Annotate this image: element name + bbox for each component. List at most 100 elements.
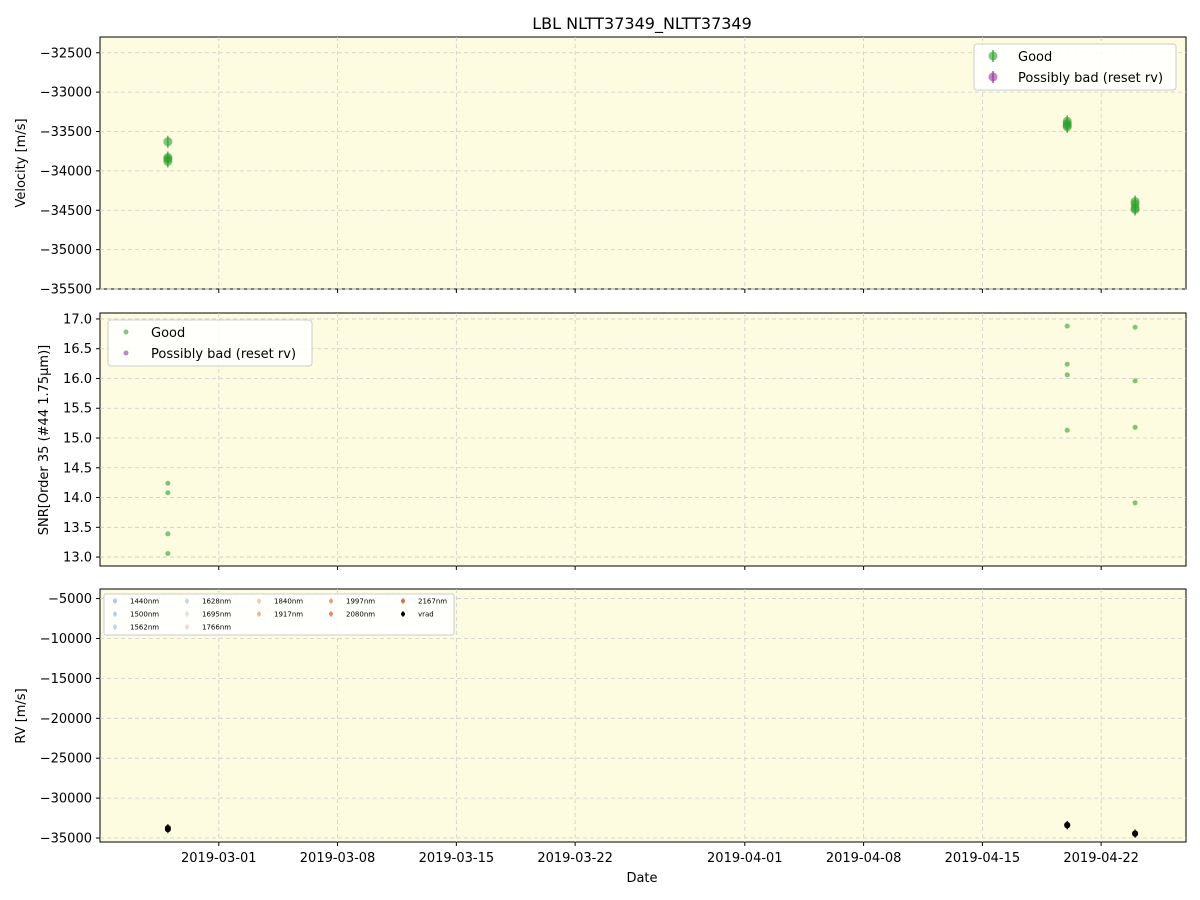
- snr-legend-bad: Possibly bad (reset rv): [151, 347, 296, 362]
- y-tick-label: −25000: [40, 752, 92, 767]
- velocity-legend-bad: Possibly bad (reset rv): [1018, 71, 1163, 86]
- rv-legend-label: vrad: [418, 611, 434, 619]
- y-tick-label: 14.0: [63, 491, 92, 506]
- y-tick-label: −15000: [40, 672, 92, 687]
- x-tick-label: 2019-04-08: [826, 851, 902, 866]
- rv-legend-label: 2167nm: [418, 598, 447, 606]
- y-tick-label: −34000: [40, 164, 92, 179]
- snr-point: [1132, 378, 1138, 384]
- rv-point: [1132, 830, 1139, 837]
- velocity-point: [1062, 119, 1072, 129]
- rv-legend-marker-icon: [257, 612, 261, 616]
- rv-legend-marker-icon: [113, 612, 117, 616]
- rv-legend-label: 1917nm: [274, 611, 303, 619]
- snr-point: [165, 490, 171, 496]
- x-axis-label: Date: [626, 871, 657, 886]
- rv-legend-label: 2080nm: [346, 611, 375, 619]
- rv-legend-marker-icon: [185, 625, 189, 629]
- rv-legend-marker-icon: [185, 599, 189, 603]
- good-marker-icon: [988, 51, 998, 61]
- rv-legend-label: 1440nm: [130, 598, 159, 606]
- snr-panel: 17.0 16.5 16.0 15.5 15.0 14.5 14.0 13.5 13.0 SNR…: [37, 312, 1187, 570]
- bad-marker-icon: [988, 72, 998, 82]
- rv-legend-label: 1840nm: [274, 598, 303, 606]
- rv-legend-label: 1562nm: [130, 624, 159, 632]
- snr-point: [1132, 424, 1138, 430]
- snr-point: [165, 550, 171, 556]
- snr-point: [165, 480, 171, 486]
- snr-point: [165, 531, 171, 537]
- x-tick-label: 2019-03-01: [181, 851, 257, 866]
- y-tick-label: 16.5: [63, 342, 92, 357]
- y-tick-label: −20000: [40, 712, 92, 727]
- y-tick-label: 15.5: [63, 402, 92, 417]
- velocity-point: [163, 154, 173, 164]
- x-tick-label: 2019-04-22: [1063, 851, 1139, 866]
- x-tick-label: 2019-04-15: [945, 851, 1021, 866]
- figure: LBL NLTT37349_NLTT37349 −32500 −33000 −335…: [14, 14, 1187, 886]
- rv-y-ticks: −5000 −10000 −15000 −20000 −25000 −30000 −3500…: [40, 592, 100, 847]
- snr-legend: Good Possibly bad (reset rv): [107, 319, 313, 367]
- velocity-y-ticks: −32500 −33000 −33500 −34000 −34500 −35000 −355…: [40, 46, 100, 298]
- rv-legend-label: 1766nm: [202, 624, 231, 632]
- y-tick-label: −32500: [40, 46, 92, 61]
- chart-title: LBL NLTT37349_NLTT37349: [532, 14, 752, 34]
- snr-point: [1064, 427, 1070, 433]
- x-tick-label: 2019-03-15: [419, 851, 495, 866]
- velocity-x-ticks: [218, 289, 1102, 293]
- rv-legend-marker-icon: [329, 612, 333, 616]
- x-tick-label: 2019-03-08: [300, 851, 376, 866]
- rv-legend-marker-icon: [329, 599, 333, 603]
- rv-legend-marker-icon: [401, 612, 405, 616]
- rv-legend: 1440nm 1500nm 1562nm 1628nm 1695nm 1766nm 1840…: [103, 593, 455, 636]
- snr-x-ticks: [218, 566, 1102, 570]
- y-tick-label: −5000: [48, 592, 92, 607]
- y-tick-label: 14.5: [63, 461, 92, 476]
- velocity-point: [163, 137, 173, 147]
- y-tick-label: 13.5: [63, 521, 92, 536]
- velocity-panel: −32500 −33000 −33500 −34000 −34500 −35000 −355…: [14, 36, 1187, 298]
- snr-y-ticks: 17.0 16.5 16.0 15.5 15.0 14.5 14.0 13.5 13.0: [63, 312, 100, 566]
- rv-y-label: RV [m/s]: [14, 688, 29, 743]
- rv-legend-marker-icon: [113, 625, 117, 629]
- x-tick-label: 2019-03-22: [537, 851, 613, 866]
- rv-legend-label: 1500nm: [130, 611, 159, 619]
- snr-point: [1132, 324, 1138, 330]
- y-tick-label: 15.0: [63, 432, 92, 447]
- snr-y-label: SNR[Order 35 (#44 1.75μm)]: [37, 345, 52, 536]
- snr-point: [1064, 372, 1070, 378]
- snr-point: [1132, 500, 1138, 506]
- bad-dot-icon: [123, 350, 129, 356]
- rv-legend-label: 1695nm: [202, 611, 231, 619]
- rv-point: [1064, 822, 1071, 829]
- rv-legend-label: 1628nm: [202, 598, 231, 606]
- rv-legend-marker-icon: [185, 612, 189, 616]
- y-tick-label: −10000: [40, 632, 92, 647]
- rv-panel: −5000 −10000 −15000 −20000 −25000 −30000 −3500…: [14, 588, 1187, 886]
- velocity-legend-good: Good: [1018, 50, 1052, 65]
- y-tick-label: −35500: [40, 283, 92, 298]
- y-tick-label: −33000: [40, 86, 92, 101]
- velocity-point: [1130, 199, 1140, 209]
- rv-legend-marker-icon: [401, 599, 405, 603]
- snr-legend-good: Good: [151, 326, 185, 341]
- velocity-legend: Good Possibly bad (reset rv): [973, 43, 1177, 91]
- y-tick-label: −33500: [40, 125, 92, 140]
- rv-x-ticks: 2019-03-01 2019-03-08 2019-03-15 2019-03-22…: [181, 842, 1139, 866]
- y-tick-label: 17.0: [63, 312, 92, 327]
- rv-legend-marker-icon: [113, 599, 117, 603]
- y-tick-label: −35000: [40, 243, 92, 258]
- snr-point: [1064, 323, 1070, 329]
- good-dot-icon: [123, 329, 129, 335]
- velocity-y-label: Velocity [m/s]: [14, 118, 29, 207]
- y-tick-label: −34500: [40, 204, 92, 219]
- y-tick-label: 16.0: [63, 372, 92, 387]
- rv-legend-marker-icon: [257, 599, 261, 603]
- y-tick-label: −35000: [40, 832, 92, 847]
- y-tick-label: −30000: [40, 792, 92, 807]
- rv-legend-label: 1997nm: [346, 598, 375, 606]
- x-tick-label: 2019-04-01: [707, 851, 783, 866]
- rv-point: [164, 826, 171, 833]
- y-tick-label: 13.0: [63, 551, 92, 566]
- snr-point: [1064, 361, 1070, 367]
